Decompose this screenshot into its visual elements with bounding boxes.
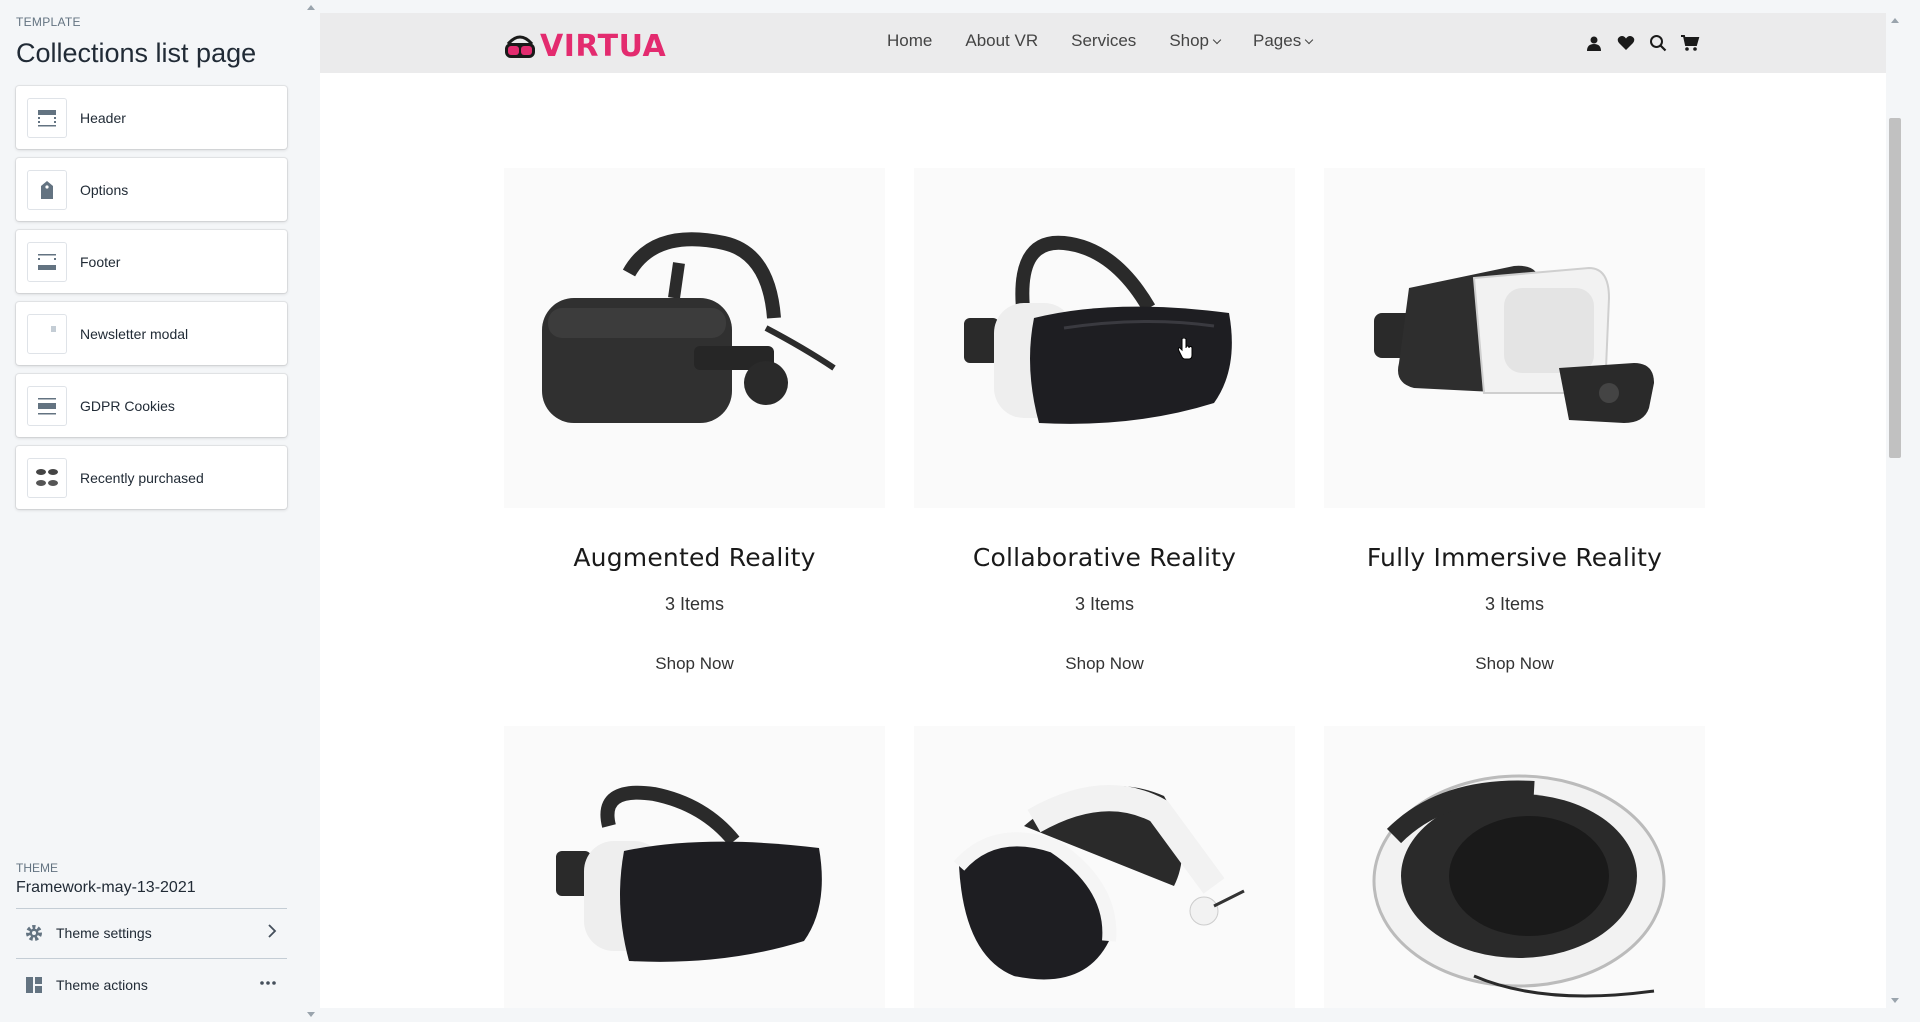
divider [16, 958, 287, 959]
account-icon[interactable] [1584, 33, 1604, 53]
theme-editor-sidebar: TEMPLATE Collections list page Header Op… [0, 0, 302, 1022]
more-horizontal-icon[interactable] [259, 975, 277, 996]
chevron-right-icon [267, 923, 277, 944]
collection-card[interactable] [504, 726, 885, 1008]
cart-icon[interactable] [1680, 33, 1700, 53]
section-label: Options [80, 181, 129, 198]
footer-section-icon [27, 241, 67, 282]
section-footer[interactable]: Footer [16, 230, 287, 293]
nav-services[interactable]: Services [1071, 31, 1136, 51]
nav-home[interactable]: Home [887, 31, 932, 51]
collection-image[interactable] [504, 726, 885, 1008]
scroll-up-arrow-icon[interactable] [1891, 18, 1899, 23]
preview-scrollbar[interactable] [1886, 13, 1904, 1008]
header-icons [1584, 33, 1712, 53]
chevron-down-icon [1212, 35, 1222, 44]
wishlist-heart-icon[interactable] [1616, 33, 1636, 53]
collection-image[interactable] [914, 168, 1295, 508]
cookie-bar-icon [27, 385, 67, 426]
site-header: VIRTUA Home About VR Services Shop Pages [320, 13, 1886, 73]
search-icon[interactable] [1648, 33, 1668, 53]
collection-card[interactable]: Augmented Reality 3 Items Shop Now [504, 168, 885, 674]
section-list: Header Options Footer Newsletter modal G… [16, 86, 287, 518]
theme-actions-icon [24, 975, 44, 995]
site-logo[interactable]: VIRTUA [503, 29, 666, 64]
nav-label: Home [887, 31, 933, 50]
section-newsletter-modal[interactable]: Newsletter modal [16, 302, 287, 365]
scroll-up-arrow-icon[interactable] [307, 5, 315, 10]
collection-image[interactable] [914, 726, 1295, 1008]
chevron-down-icon [1304, 35, 1314, 44]
collection-title[interactable]: Augmented Reality [504, 543, 885, 572]
nav-label: Pages [1253, 31, 1302, 50]
section-recently-purchased[interactable]: Recently purchased [16, 446, 287, 509]
theme-name: Framework-may-13-2021 [16, 879, 196, 896]
template-title: Collections list page [16, 38, 257, 68]
collection-image[interactable] [1324, 168, 1705, 508]
theme-actions-label: Theme actions [56, 977, 148, 993]
theme-label: THEME [16, 861, 58, 875]
modal-icon [27, 313, 67, 354]
recently-purchased-icon [27, 457, 67, 498]
collection-card[interactable]: Fully Immersive Reality 3 Items Shop Now [1324, 168, 1705, 674]
shop-now-link[interactable]: Shop Now [504, 654, 885, 674]
gear-icon [24, 923, 44, 943]
nav-about-vr[interactable]: About VR [965, 31, 1038, 51]
shop-now-link[interactable]: Shop Now [1324, 654, 1705, 674]
collection-card[interactable] [1324, 726, 1705, 1008]
collection-image[interactable] [504, 168, 885, 508]
template-label: TEMPLATE [16, 15, 81, 29]
nav-label: Shop [1169, 31, 1210, 50]
section-header[interactable]: Header [16, 86, 287, 149]
vr-headset-logo-icon [505, 35, 535, 58]
section-label: Header [80, 109, 126, 126]
divider [16, 908, 287, 909]
section-label: Recently purchased [80, 469, 204, 486]
scroll-down-arrow-icon[interactable] [307, 1012, 315, 1017]
section-label: Footer [80, 253, 121, 270]
tag-icon [27, 169, 67, 210]
collection-card[interactable]: Collaborative Reality 3 Items Shop Now [914, 168, 1295, 674]
hand-cursor-icon [1177, 338, 1193, 360]
logo-text: VIRTUA [540, 29, 667, 64]
theme-settings-row[interactable]: Theme settings [16, 910, 287, 956]
header-section-icon [27, 97, 67, 138]
theme-actions-row[interactable]: Theme actions [16, 962, 287, 1008]
editor-gutter [1904, 0, 1920, 1022]
nav-label: Services [1071, 31, 1137, 50]
scrollbar-thumb[interactable] [1889, 118, 1901, 458]
collection-image[interactable] [1324, 726, 1705, 1008]
main-nav: Home About VR Services Shop Pages [887, 31, 1345, 51]
collection-title[interactable]: Fully Immersive Reality [1324, 543, 1705, 572]
nav-label: About VR [965, 31, 1039, 50]
collection-title[interactable]: Collaborative Reality [914, 543, 1295, 572]
shop-now-link[interactable]: Shop Now [914, 654, 1295, 674]
section-gdpr-cookies[interactable]: GDPR Cookies [16, 374, 287, 437]
collection-count: 3 Items [1484, 594, 1545, 614]
sidebar-scrollbar[interactable] [302, 0, 320, 1022]
theme-settings-label: Theme settings [56, 925, 152, 941]
nav-pages[interactable]: Pages [1253, 31, 1314, 51]
collection-card[interactable] [914, 726, 1295, 1008]
nav-shop[interactable]: Shop [1169, 31, 1222, 51]
section-label: GDPR Cookies [80, 397, 175, 414]
section-options[interactable]: Options [16, 158, 287, 221]
store-preview: VIRTUA Home About VR Services Shop Pages [320, 13, 1886, 1008]
section-label: Newsletter modal [80, 325, 189, 342]
scroll-down-arrow-icon[interactable] [1891, 998, 1899, 1003]
collection-count: 3 Items [664, 594, 725, 614]
collection-count: 3 Items [1074, 594, 1135, 614]
